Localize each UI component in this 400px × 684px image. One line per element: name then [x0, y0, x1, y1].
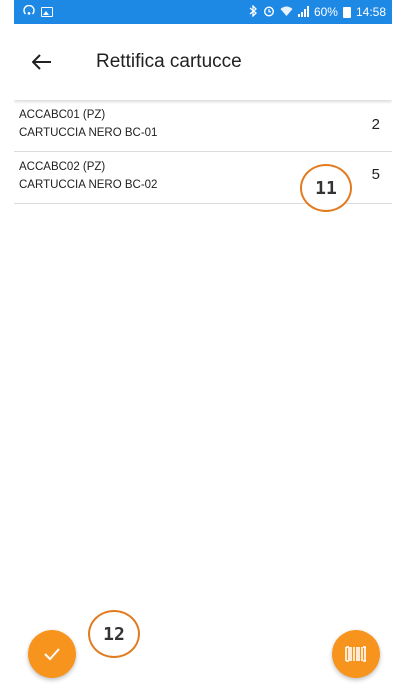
image-notification-icon — [41, 7, 53, 17]
arrow-left-icon — [32, 54, 51, 70]
bluetooth-icon — [249, 4, 258, 19]
app-bar: Rettifica cartucce — [14, 24, 392, 100]
back-button[interactable] — [32, 47, 62, 77]
hotspot-icon — [22, 4, 36, 19]
page-title: Rettifica cartucce — [96, 51, 242, 72]
checkmark-icon — [44, 648, 60, 661]
wifi-icon — [280, 6, 293, 19]
item-code: ACCABC01 (PZ) — [19, 109, 106, 121]
battery-percent: 60% — [313, 5, 338, 19]
item-description: CARTUCCIA NERO BC-01 — [19, 127, 158, 139]
annotation-marker: 11 — [300, 164, 352, 212]
confirm-button[interactable] — [28, 630, 76, 678]
app-screen: 60% 14:58 Rettifica cartucce ACCABC01 (P… — [14, 0, 392, 684]
status-left — [22, 4, 53, 19]
item-quantity: 2 — [371, 116, 380, 133]
list-item[interactable]: ACCABC01 (PZ) CARTUCCIA NERO BC-01 2 — [14, 100, 392, 152]
status-bar: 60% 14:58 — [14, 0, 392, 24]
alarm-icon — [263, 5, 275, 19]
status-right: 60% 14:58 — [249, 4, 386, 19]
signal-icon — [297, 5, 309, 19]
clock-time: 14:58 — [355, 5, 386, 19]
scan-barcode-button[interactable] — [332, 630, 380, 678]
battery-icon — [342, 6, 351, 18]
barcode-icon — [345, 646, 366, 662]
item-quantity: 5 — [371, 166, 380, 183]
annotation-marker: 12 — [88, 610, 140, 658]
